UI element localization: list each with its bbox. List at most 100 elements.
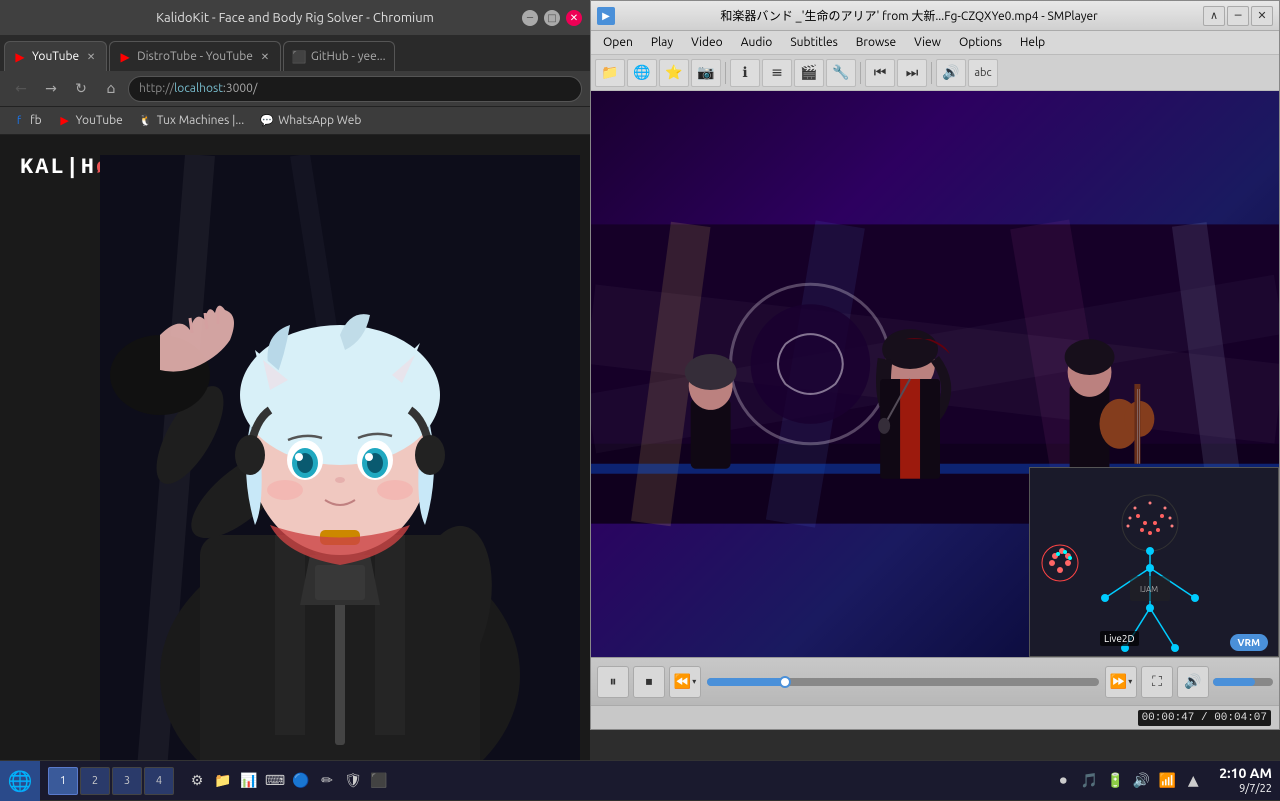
shield-icon[interactable]: 🛡 — [342, 770, 364, 792]
tray-network-icon[interactable]: 📶 — [1157, 771, 1177, 791]
toolbar-open-btn[interactable]: 📁 — [595, 59, 625, 87]
menu-audio[interactable]: Audio — [733, 34, 781, 51]
back-button[interactable]: ← — [8, 76, 34, 102]
browser-icon[interactable]: 🔵 — [290, 770, 312, 792]
reload-button[interactable]: ↻ — [68, 76, 94, 102]
url-protocol: http:// — [139, 82, 174, 95]
stop-button[interactable]: ⏹ — [633, 666, 665, 698]
menu-options[interactable]: Options — [951, 34, 1010, 51]
tray-sound-icon[interactable]: 🔊 — [1131, 771, 1151, 791]
toolbar-sub-btn[interactable]: abc — [968, 59, 998, 87]
menu-browse[interactable]: Browse — [848, 34, 904, 51]
bookmark-whatsapp[interactable]: 💬 WhatsApp Web — [256, 112, 365, 130]
toolbar-web-btn[interactable]: 🌐 — [627, 59, 657, 87]
toolbar-effects-btn[interactable]: 🎬 — [794, 59, 824, 87]
workspace-1[interactable]: 1 — [48, 767, 78, 795]
forward-button[interactable]: ⏩ ▾ — [1105, 666, 1137, 698]
monitor-icon[interactable]: 📊 — [238, 770, 260, 792]
toolbar-fav-btn[interactable]: ⭐ — [659, 59, 689, 87]
tab-distrotube[interactable]: ▶ DistroTube - YouTube ✕ — [109, 41, 281, 71]
smplayer-menubar: Open Play Video Audio Subtitles Browse V… — [591, 31, 1279, 55]
taskbar: 🌐 1 2 3 4 ⚙ 📁 📊 ⌨ 🔵 ✏ 🛡 ⬛ ⏺ 🎵 🔋 🔊 📶 ▲ 2:… — [0, 760, 1280, 800]
workspace-2[interactable]: 2 — [80, 767, 110, 795]
titlebar-buttons: ─ □ ✕ — [522, 10, 582, 26]
taskbar-sys-icons: ⚙ 📁 📊 ⌨ 🔵 ✏ 🛡 ⬛ — [182, 770, 394, 792]
tray-media-icon[interactable]: 🎵 — [1079, 771, 1099, 791]
app-icon[interactable]: ⬛ — [368, 770, 390, 792]
workspace-3[interactable]: 3 — [112, 767, 142, 795]
pen-icon[interactable]: ✏ — [316, 770, 338, 792]
vrm-label: VRM — [1230, 634, 1268, 651]
menu-view[interactable]: View — [906, 34, 949, 51]
address-bar[interactable]: http://localhost:3000/ — [128, 76, 582, 102]
video-area[interactable]: IJAM Live2D VRM — [591, 91, 1279, 657]
home-button[interactable]: ⌂ — [98, 76, 124, 102]
progress-fill — [707, 678, 785, 686]
terminal-icon[interactable]: ⌨ — [264, 770, 286, 792]
settings-icon[interactable]: ⚙ — [186, 770, 208, 792]
current-time: 00:00:47 — [1142, 712, 1195, 724]
forward-button[interactable]: → — [38, 76, 64, 102]
volume-fill — [1213, 678, 1255, 686]
maximize-button[interactable]: □ — [544, 10, 560, 26]
bookmark-tux[interactable]: 🐧 Tux Machines |... — [135, 112, 248, 130]
tab-distrotube-label: DistroTube - YouTube — [137, 50, 253, 63]
smplayer-close-button[interactable]: ✕ — [1251, 6, 1273, 26]
tray-battery-icon[interactable]: 🔋 — [1105, 771, 1125, 791]
live2d-label: Live2D — [1100, 631, 1139, 646]
rewind-button[interactable]: ⏪ ▾ — [669, 666, 701, 698]
smplayer-minimize-button[interactable]: ─ — [1227, 6, 1249, 26]
tab-youtube-close[interactable]: ✕ — [84, 50, 98, 64]
github-favicon: ⬛ — [292, 50, 306, 64]
pause-button[interactable]: ⏸ — [597, 666, 629, 698]
smplayer-window: ▶ 和楽器バンド _'生命のアリア' from 大新...Fg-CZQXYe0.… — [590, 0, 1280, 730]
menu-help[interactable]: Help — [1012, 34, 1053, 51]
volume-slider[interactable] — [1213, 678, 1273, 686]
time-display: 00:00:47 / 00:04:07 — [1138, 710, 1271, 726]
tray-up-icon[interactable]: ▲ — [1183, 771, 1203, 791]
toolbar-sep-2 — [860, 62, 861, 84]
toolbar-screenshot-btn[interactable]: 📷 — [691, 59, 721, 87]
tab-youtube-label: YouTube — [32, 50, 79, 63]
menu-video[interactable]: Video — [683, 34, 731, 51]
toolbar-info-btn[interactable]: ℹ — [730, 59, 760, 87]
toolbar-mute-btn[interactable]: 🔊 — [936, 59, 966, 87]
smplayer-title: 和楽器バンド _'生命のアリア' from 大新...Fg-CZQXYe0.mp… — [621, 7, 1197, 24]
files-icon[interactable]: 📁 — [212, 770, 234, 792]
smplayer-window-buttons: ∧ ─ ✕ — [1203, 6, 1273, 26]
close-button[interactable]: ✕ — [566, 10, 582, 26]
taskbar-tray: ⏺ 🎵 🔋 🔊 📶 ▲ — [1045, 771, 1211, 791]
tab-youtube[interactable]: ▶ YouTube ✕ — [4, 41, 107, 71]
menu-open[interactable]: Open — [595, 34, 641, 51]
forward-icon: ⏩ — [1110, 673, 1127, 690]
volume-button[interactable]: 🔊 — [1177, 666, 1209, 698]
bookmark-fb[interactable]: f fb — [8, 112, 46, 130]
smplayer-toolbar: 📁 🌐 ⭐ 📷 ℹ ≡ 🎬 🔧 ⏮ ⏭ 🔊 abc — [591, 55, 1279, 91]
svg-text:IJAM: IJAM — [1140, 585, 1158, 594]
tab-github[interactable]: ⬛ GitHub - yee... — [283, 41, 395, 71]
bookmark-youtube[interactable]: ▶ YouTube — [54, 112, 127, 130]
toolbar-next-btn[interactable]: ⏭ — [897, 59, 927, 87]
toolbar-sep-3 — [931, 62, 932, 84]
progress-handle[interactable] — [779, 676, 791, 688]
youtube-bm-favicon-icon: ▶ — [58, 114, 72, 128]
fullscreen-button[interactable]: ⛶ — [1141, 666, 1173, 698]
url-host: localhost — [174, 82, 223, 95]
pose-tracking-svg: IJAM — [1030, 468, 1279, 657]
toolbar-prev-btn[interactable]: ⏮ — [865, 59, 895, 87]
minimize-button[interactable]: ─ — [522, 10, 538, 26]
tray-record-icon[interactable]: ⏺ — [1053, 771, 1073, 791]
taskbar-start-button[interactable]: 🌐 — [0, 761, 40, 801]
menu-play[interactable]: Play — [643, 34, 681, 51]
menu-subtitles[interactable]: Subtitles — [782, 34, 845, 51]
smplayer-up-button[interactable]: ∧ — [1203, 6, 1225, 26]
toolbar-settings-btn[interactable]: 🔧 — [826, 59, 856, 87]
workspace-4[interactable]: 4 — [144, 767, 174, 795]
fb-favicon-icon: f — [12, 114, 26, 128]
volume-icon: 🔊 — [1184, 673, 1201, 690]
smplayer-controls: ⏸ ⏹ ⏪ ▾ ⏩ ▾ ⛶ 🔊 — [591, 657, 1279, 705]
toolbar-playlist-btn[interactable]: ≡ — [762, 59, 792, 87]
progress-bar[interactable] — [707, 678, 1099, 686]
smplayer-status: 00:00:47 / 00:04:07 — [591, 705, 1279, 729]
tab-distrotube-close[interactable]: ✕ — [258, 50, 272, 64]
